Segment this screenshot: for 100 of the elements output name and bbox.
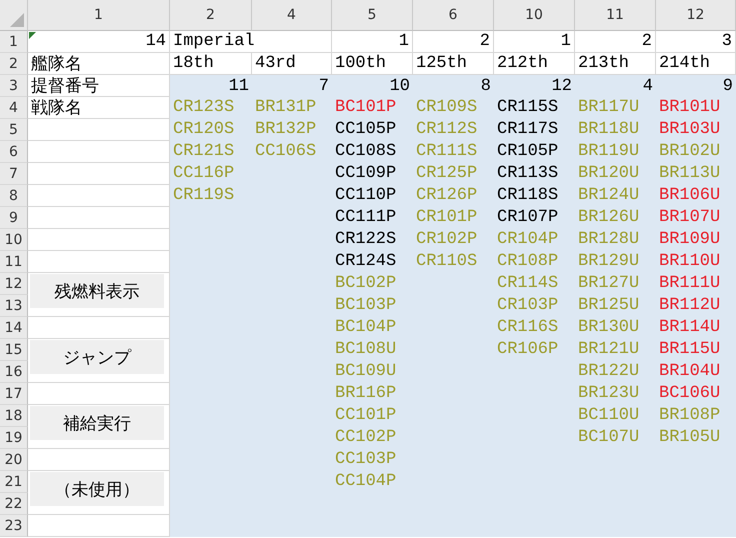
row-header[interactable]: 22 <box>0 493 28 515</box>
row-header[interactable]: 18 <box>0 405 28 427</box>
row-header[interactable]: 21 <box>0 471 28 493</box>
column-header[interactable]: 12 <box>656 0 736 31</box>
row-header[interactable]: 5 <box>0 119 28 141</box>
column-header[interactable]: 5 <box>332 0 413 31</box>
table-cell[interactable]: （未使用） <box>28 471 170 515</box>
squadron-name: CC103P <box>335 450 396 470</box>
squadron-name: CR101P <box>416 208 478 228</box>
squadron-name: BC110U <box>578 406 640 426</box>
squadron-name: CR106P <box>497 340 558 360</box>
squadron-name: CR102P <box>416 230 478 250</box>
row-header[interactable]: 2 <box>0 53 28 75</box>
row-header[interactable]: 11 <box>0 251 28 273</box>
squadron-name: BR116P <box>335 384 396 404</box>
squadron-name: BR111U <box>659 274 720 294</box>
squadron-name: BR123U <box>578 384 640 404</box>
squadron-name: CR120S <box>173 120 234 140</box>
squadron-name: BR107U <box>659 208 720 228</box>
row-header[interactable]: 17 <box>0 383 28 405</box>
squadron-name: CR119S <box>173 186 234 206</box>
squadron-name: BC102P <box>335 274 396 294</box>
row-header[interactable]: 1 <box>0 31 28 53</box>
squadron-name: CR126P <box>416 186 478 206</box>
squadron-name: CC110P <box>335 186 396 206</box>
squadron-name: CR103P <box>497 296 558 316</box>
squadron-name: BC106U <box>659 384 720 404</box>
macro-button[interactable]: 補給実行 <box>30 406 164 440</box>
admiral-number: 7 <box>318 76 330 96</box>
row-header[interactable]: 7 <box>0 163 28 185</box>
row-header[interactable]: 6 <box>0 141 28 163</box>
row-header[interactable]: 14 <box>0 317 28 339</box>
squadron-name: BR103U <box>659 120 720 140</box>
macro-button[interactable]: 残燃料表示 <box>30 274 164 308</box>
macro-button[interactable]: （未使用） <box>30 472 164 506</box>
row-header[interactable]: 19 <box>0 427 28 449</box>
admiral-number: 11 <box>228 76 250 96</box>
row-header[interactable]: 16 <box>0 361 28 383</box>
squadron-name: CC106S <box>255 142 316 162</box>
row-header[interactable]: 3 <box>0 75 28 97</box>
table-cell[interactable]: ジャンプ <box>28 339 170 383</box>
admiral-number: 9 <box>722 76 734 96</box>
squadron-name: CR116S <box>497 318 558 338</box>
squadron-name: BC107U <box>578 428 640 448</box>
column-header[interactable]: 11 <box>575 0 656 31</box>
squadron-name: BR122U <box>578 362 640 382</box>
row-label: 艦隊名 <box>31 54 82 74</box>
squadron-name: BR104U <box>659 362 720 382</box>
row-header[interactable]: 20 <box>0 449 28 471</box>
squadron-name: BR113U <box>659 164 720 184</box>
table-cell: 1 <box>398 32 409 52</box>
row-header[interactable]: 9 <box>0 207 28 229</box>
squadron-name: CR115S <box>497 98 558 118</box>
squadron-name: BR110U <box>659 252 720 272</box>
squadron-name: CR111S <box>416 142 478 162</box>
squadron-name: CR110S <box>416 252 478 272</box>
squadron-name: BR124U <box>578 186 640 206</box>
squadron-name: CC111P <box>335 208 396 228</box>
row-header[interactable]: 10 <box>0 229 28 251</box>
admiral-number: 12 <box>550 76 573 96</box>
select-all-icon[interactable] <box>10 13 24 27</box>
row-label: 提督番号 <box>31 76 99 96</box>
squadron-name: CR114S <box>497 274 558 294</box>
fleet-name: 100th <box>335 54 386 74</box>
squadron-name: BR115U <box>659 340 720 360</box>
row-header[interactable]: 12 <box>0 273 28 295</box>
row-header[interactable]: 15 <box>0 339 28 361</box>
squadron-name: BR128U <box>578 230 640 250</box>
column-header[interactable]: 4 <box>252 0 332 31</box>
fleet-name: 18th <box>173 54 214 74</box>
column-header[interactable]: 2 <box>170 0 252 31</box>
table-cell[interactable]: 補給実行 <box>28 405 170 449</box>
squadron-name: BR126U <box>578 208 640 228</box>
row-header[interactable]: 13 <box>0 295 28 317</box>
fleet-name: 43rd <box>255 54 296 74</box>
column-header[interactable]: 1 <box>28 0 170 31</box>
row-header[interactable]: 4 <box>0 97 28 119</box>
squadron-name: CR107P <box>497 208 558 228</box>
squadron-name: CC104P <box>335 472 396 492</box>
row-header[interactable]: 23 <box>0 515 28 537</box>
table-cell: 14 <box>146 32 166 52</box>
squadron-name: BR112U <box>659 296 720 316</box>
row-header[interactable]: 8 <box>0 185 28 207</box>
squadron-name: CC105P <box>335 120 396 140</box>
squadron-name: BR101U <box>659 98 720 118</box>
squadron-name: BR127U <box>578 274 640 294</box>
column-header[interactable]: 6 <box>413 0 494 31</box>
squadron-name: BR125U <box>578 296 640 316</box>
macro-button[interactable]: ジャンプ <box>30 340 164 374</box>
squadron-name: BR105U <box>659 428 720 448</box>
column-header[interactable]: 10 <box>494 0 575 31</box>
row-label: 戦隊名 <box>31 98 82 118</box>
squadron-name: CR108P <box>497 252 558 272</box>
squadron-name: BR130U <box>578 318 640 338</box>
squadron-name: CC102P <box>335 428 396 448</box>
squadron-name: CR125P <box>416 164 478 184</box>
squadron-name: BR129U <box>578 252 640 272</box>
squadron-name: BR106U <box>659 186 720 206</box>
squadron-name: BR131P <box>255 98 316 118</box>
table-cell[interactable]: 残燃料表示 <box>28 273 170 317</box>
